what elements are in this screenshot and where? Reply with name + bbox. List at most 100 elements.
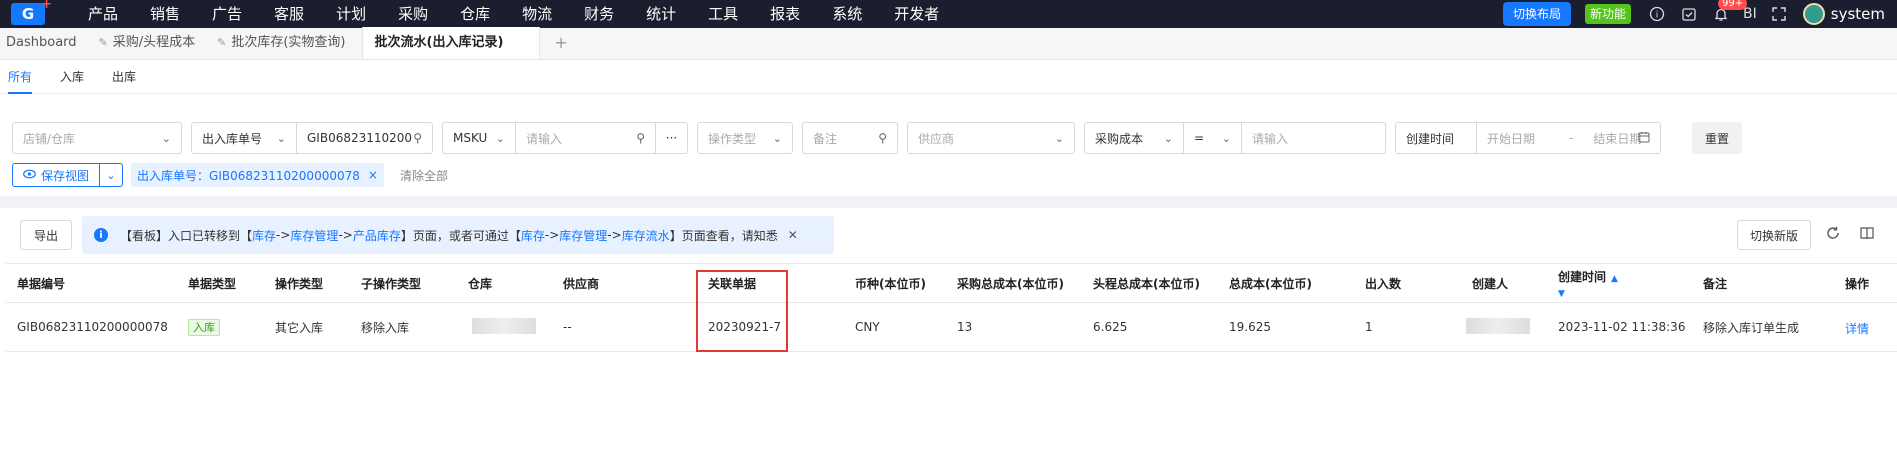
notice-link-inventory-mgmt-2[interactable]: 库存管理 <box>559 227 607 244</box>
close-icon[interactable]: × <box>368 168 378 182</box>
reset-button[interactable]: 重置 <box>1692 122 1742 154</box>
book-icon[interactable] <box>1860 226 1874 244</box>
created-time-filter: 创建时间 开始日期 - 结束日期 <box>1395 122 1661 154</box>
subtab-outbound[interactable]: 出库 <box>112 60 136 94</box>
more-icon: ··· <box>665 131 678 145</box>
notice-link-inventory-2[interactable]: 库存 <box>521 227 545 244</box>
tab-label: 采购/头程成本 <box>112 35 196 50</box>
col-creator: 创建人 <box>1472 276 1509 291</box>
msku-input[interactable]: 请输入 ⚲ <box>516 122 656 154</box>
username[interactable]: system <box>1831 5 1885 23</box>
notice-arrow: -> <box>338 228 353 242</box>
detail-link[interactable]: 详情 <box>1845 320 1869 337</box>
cell-related-doc: 20230921-7 <box>708 320 782 334</box>
menu-item-tools[interactable]: 工具 <box>692 0 754 28</box>
export-button[interactable]: 导出 <box>20 220 72 250</box>
app-logo[interactable]: G <box>0 0 56 28</box>
menu-item-purchase[interactable]: 采购 <box>382 0 444 28</box>
bi-link[interactable]: BI <box>1743 6 1757 22</box>
menu-item-plan[interactable]: 计划 <box>320 0 382 28</box>
pin-icon: ✎ <box>98 36 108 49</box>
calendar-icon[interactable] <box>1638 131 1650 146</box>
menu-item-product[interactable]: 产品 <box>72 0 134 28</box>
menu-item-service[interactable]: 客服 <box>258 0 320 28</box>
search-icon[interactable]: ⚲ <box>878 131 887 145</box>
filter-bar: 店铺/仓库 ⌄ 出入库单号 ⌄ GIB06823110200 ⚲ MSKU ⌄ … <box>12 122 1742 154</box>
menu-item-logistics[interactable]: 物流 <box>506 0 568 28</box>
notice-link-inventory[interactable]: 库存 <box>252 227 276 244</box>
switch-layout-button[interactable]: 切换布局 <box>1503 2 1572 26</box>
pin-icon: ✎ <box>217 36 227 49</box>
cell-creator-redacted <box>1466 317 1530 337</box>
new-feature-button[interactable]: 新功能 <box>1585 4 1632 24</box>
date-range-picker[interactable]: 开始日期 - 结束日期 <box>1477 122 1661 154</box>
fullscreen-icon[interactable] <box>1770 5 1788 23</box>
inventory-flow-table: 单据编号 单据类型 操作类型 子操作类型 仓库 供应商 关联单据 币种(本位币)… <box>6 263 1897 352</box>
menu-item-system[interactable]: 系统 <box>816 0 878 28</box>
notice-link-inventory-mgmt[interactable]: 库存管理 <box>290 227 338 244</box>
filter-tag-label: 出入库单号：GIB06823110200000078 <box>137 168 360 183</box>
cost-input[interactable]: 请输入 <box>1242 122 1386 154</box>
subtab-inbound[interactable]: 入库 <box>60 60 84 94</box>
nav-right: 切换布局 新功能 i 99+ BI system <box>1503 0 1897 28</box>
col-op-type: 操作类型 <box>275 276 324 291</box>
logo-mark: G <box>11 0 52 25</box>
menu-item-reports[interactable]: 报表 <box>754 0 816 28</box>
msku-select[interactable]: MSKU ⌄ <box>442 122 516 154</box>
col-label: 创建时间 <box>1558 269 1607 284</box>
supplier-select[interactable]: 供应商 ⌄ <box>907 122 1075 154</box>
menu-item-developer[interactable]: 开发者 <box>878 0 955 28</box>
cost-type-select[interactable]: 采购成本 ⌄ <box>1084 122 1184 154</box>
chevron-down-icon[interactable]: ⌄ <box>100 169 122 182</box>
menu-item-stats[interactable]: 统计 <box>630 0 692 28</box>
notice-link-product-inventory[interactable]: 产品库存 <box>353 227 401 244</box>
op-type-select[interactable]: 操作类型 ⌄ <box>697 122 793 154</box>
start-date-placeholder: 开始日期 <box>1487 131 1536 146</box>
menu-item-ads[interactable]: 广告 <box>196 0 258 28</box>
close-icon[interactable]: ✕ <box>788 228 798 242</box>
notice-link-inventory-flow[interactable]: 库存流水 <box>622 227 670 244</box>
tab-dashboard[interactable]: Dashboard <box>0 27 93 59</box>
col-sub-op-type: 子操作类型 <box>361 276 422 291</box>
col-qty: 出入数 <box>1365 276 1402 291</box>
add-tab-button[interactable]: + <box>540 27 581 59</box>
field-label: 创建时间 <box>1406 131 1455 146</box>
tab-batch-flow[interactable]: 批次流水(出入库记录) <box>361 27 541 59</box>
active-filter-tag: 出入库单号：GIB06823110200000078 × <box>131 163 384 187</box>
doc-type-select[interactable]: 出入库单号 ⌄ <box>191 122 297 154</box>
switch-new-version-button[interactable]: 切换新版 <box>1737 220 1811 250</box>
col-created-time[interactable]: 创建时间 ▲ ▼ <box>1558 268 1618 299</box>
tab-purchase-cost[interactable]: ✎ 采购/头程成本 <box>93 27 212 59</box>
refresh-icon[interactable] <box>1826 226 1840 244</box>
task-check-icon[interactable] <box>1680 5 1698 23</box>
tab-batch-inventory[interactable]: ✎ 批次库存(实物查询) <box>211 27 361 59</box>
clear-all-button[interactable]: 清除全部 <box>400 167 448 184</box>
avatar[interactable] <box>1802 3 1825 25</box>
help-icon[interactable]: i <box>1648 5 1666 23</box>
bell-icon[interactable]: 99+ <box>1712 0 1748 23</box>
eye-icon <box>23 168 36 182</box>
input-value: GIB06823110200 <box>307 131 413 145</box>
remark-input[interactable]: 备注 ⚲ <box>802 122 898 154</box>
menu-item-finance[interactable]: 财务 <box>568 0 630 28</box>
search-icon[interactable]: ⚲ <box>413 131 422 145</box>
more-options-button[interactable]: ··· <box>656 122 688 154</box>
subtab-all[interactable]: 所有 <box>8 60 33 94</box>
save-view-button[interactable]: 保存视图 <box>13 164 101 186</box>
doc-no-input[interactable]: GIB06823110200 ⚲ <box>297 122 433 154</box>
msku-filter: MSKU ⌄ 请输入 ⚲ ··· <box>442 122 688 154</box>
select-placeholder: 操作类型 <box>708 131 757 146</box>
shop-warehouse-select[interactable]: 店铺/仓库 ⌄ <box>12 122 182 154</box>
select-value: 采购成本 <box>1095 131 1144 146</box>
redacted-block <box>472 317 536 334</box>
tab-label: 批次库存(实物查询) <box>231 35 346 50</box>
redacted-block <box>1466 317 1530 334</box>
search-icon[interactable]: ⚲ <box>636 131 645 145</box>
menu-item-sales[interactable]: 销售 <box>134 0 196 28</box>
input-placeholder: 请输入 <box>1252 131 1289 146</box>
info-icon: i <box>94 228 108 242</box>
table-toolbar: 导出 i 【看板】入口已转移到【 库存 -> 库存管理 -> 产品库存 】页面，… <box>0 208 1897 262</box>
operator-select[interactable]: = ⌄ <box>1184 122 1242 154</box>
created-time-label: 创建时间 <box>1395 122 1477 154</box>
menu-item-warehouse[interactable]: 仓库 <box>444 0 506 28</box>
